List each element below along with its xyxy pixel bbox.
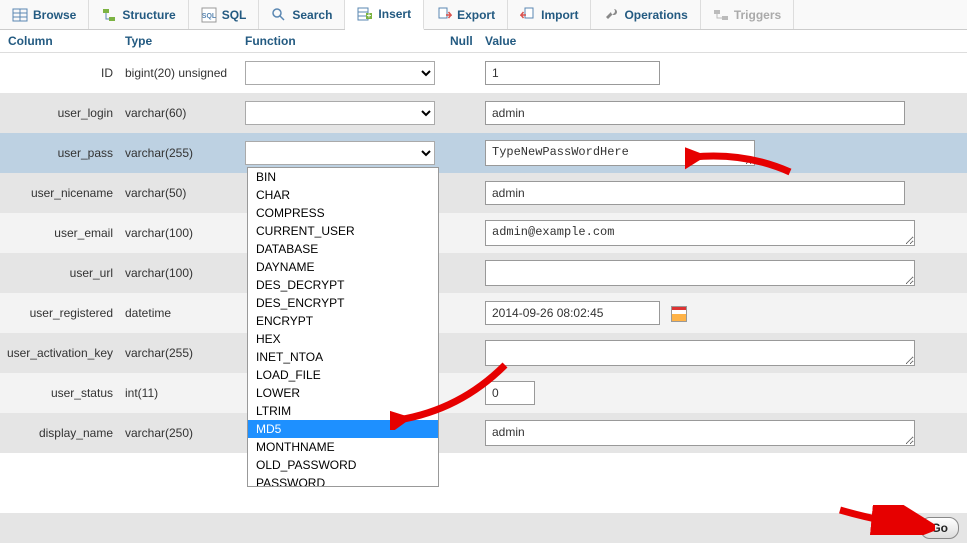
triggers-icon xyxy=(713,7,729,23)
wrench-icon xyxy=(603,7,619,23)
column-name: user_activation_key xyxy=(0,346,125,360)
dropdown-item[interactable]: HEX xyxy=(248,330,438,348)
search-icon xyxy=(271,7,287,23)
annotation-arrow-icon xyxy=(685,142,795,182)
dropdown-item[interactable]: COMPRESS xyxy=(248,204,438,222)
column-name: display_name xyxy=(0,426,125,440)
header-value: Value xyxy=(485,34,967,48)
tab-sql[interactable]: SQL SQL xyxy=(189,0,260,29)
column-type: varchar(255) xyxy=(125,146,245,160)
value-input[interactable] xyxy=(485,220,915,246)
dropdown-item[interactable]: DATABASE xyxy=(248,240,438,258)
value-input[interactable] xyxy=(485,420,915,446)
dropdown-item[interactable]: DAYNAME xyxy=(248,258,438,276)
sql-icon: SQL xyxy=(201,7,217,23)
column-type: int(11) xyxy=(125,386,245,400)
table-row: user_pass varchar(255) xyxy=(0,133,967,173)
table-icon xyxy=(12,7,28,23)
tab-browse[interactable]: Browse xyxy=(0,0,89,29)
table-row: ID bigint(20) unsigned xyxy=(0,53,967,93)
table-row: user_email varchar(100) xyxy=(0,213,967,253)
tab-import[interactable]: Import xyxy=(508,0,591,29)
annotation-arrow-icon xyxy=(390,360,510,430)
value-input[interactable] xyxy=(485,61,660,85)
function-select[interactable] xyxy=(245,101,435,125)
tab-bar: Browse Structure SQL SQL Search + Insert… xyxy=(0,0,967,30)
calendar-icon[interactable] xyxy=(671,306,687,322)
tab-triggers[interactable]: Triggers xyxy=(701,0,794,29)
dropdown-item[interactable]: OLD_PASSWORD xyxy=(248,456,438,474)
dropdown-item[interactable]: CURRENT_USER xyxy=(248,222,438,240)
header-null: Null xyxy=(450,34,485,48)
tab-structure[interactable]: Structure xyxy=(89,0,188,29)
tab-label: SQL xyxy=(222,8,247,22)
tab-label: Operations xyxy=(624,8,687,22)
column-type: varchar(100) xyxy=(125,226,245,240)
column-name: user_email xyxy=(0,226,125,240)
column-type: varchar(100) xyxy=(125,266,245,280)
column-type: datetime xyxy=(125,306,245,320)
dropdown-item[interactable]: DES_ENCRYPT xyxy=(248,294,438,312)
tab-operations[interactable]: Operations xyxy=(591,0,700,29)
tab-label: Insert xyxy=(378,7,411,21)
column-name: user_url xyxy=(0,266,125,280)
header-column: Column xyxy=(0,34,125,48)
table-row: user_registered datetime xyxy=(0,293,967,333)
column-name: user_login xyxy=(0,106,125,120)
value-input[interactable] xyxy=(485,181,905,205)
table-header: Column Type Function Null Value xyxy=(0,30,967,53)
table-row: user_login varchar(60) xyxy=(0,93,967,133)
column-name: user_nicename xyxy=(0,186,125,200)
table-row: user_url varchar(100) xyxy=(0,253,967,293)
tab-label: Browse xyxy=(33,8,76,22)
column-type: varchar(50) xyxy=(125,186,245,200)
dropdown-item[interactable]: BIN xyxy=(248,168,438,186)
column-name: user_pass xyxy=(0,146,125,160)
structure-icon xyxy=(101,7,117,23)
tab-label: Export xyxy=(457,8,495,22)
value-input[interactable] xyxy=(485,301,660,325)
column-name: user_registered xyxy=(0,306,125,320)
function-select[interactable] xyxy=(245,141,435,165)
column-type: varchar(60) xyxy=(125,106,245,120)
svg-text:SQL: SQL xyxy=(202,13,217,20)
dropdown-item[interactable]: CHAR xyxy=(248,186,438,204)
dropdown-item[interactable]: PASSWORD xyxy=(248,474,438,487)
tab-search[interactable]: Search xyxy=(259,0,345,29)
tab-label: Search xyxy=(292,8,332,22)
value-input[interactable] xyxy=(485,260,915,286)
column-name: ID xyxy=(0,66,125,80)
tab-label: Triggers xyxy=(734,8,781,22)
import-icon xyxy=(520,7,536,23)
export-icon xyxy=(436,7,452,23)
column-type: varchar(250) xyxy=(125,426,245,440)
header-type: Type xyxy=(125,34,245,48)
tab-export[interactable]: Export xyxy=(424,0,508,29)
svg-text:+: + xyxy=(367,11,372,20)
value-input[interactable] xyxy=(485,101,905,125)
dropdown-item[interactable]: MONTHNAME xyxy=(248,438,438,456)
value-input[interactable] xyxy=(485,340,915,366)
dropdown-item[interactable]: DES_DECRYPT xyxy=(248,276,438,294)
annotation-arrow-icon xyxy=(835,505,935,535)
tab-label: Import xyxy=(541,8,578,22)
tab-label: Structure xyxy=(122,8,175,22)
function-select[interactable] xyxy=(245,61,435,85)
header-function: Function xyxy=(245,34,450,48)
footer: Go xyxy=(0,513,967,543)
insert-icon: + xyxy=(357,6,373,22)
dropdown-item[interactable]: ENCRYPT xyxy=(248,312,438,330)
column-type: bigint(20) unsigned xyxy=(125,66,245,80)
column-type: varchar(255) xyxy=(125,346,245,360)
function-dropdown[interactable]: BIN CHAR COMPRESS CURRENT_USER DATABASE … xyxy=(247,167,439,487)
tab-insert[interactable]: + Insert xyxy=(345,0,424,30)
column-name: user_status xyxy=(0,386,125,400)
table-row: user_nicename varchar(50) xyxy=(0,173,967,213)
